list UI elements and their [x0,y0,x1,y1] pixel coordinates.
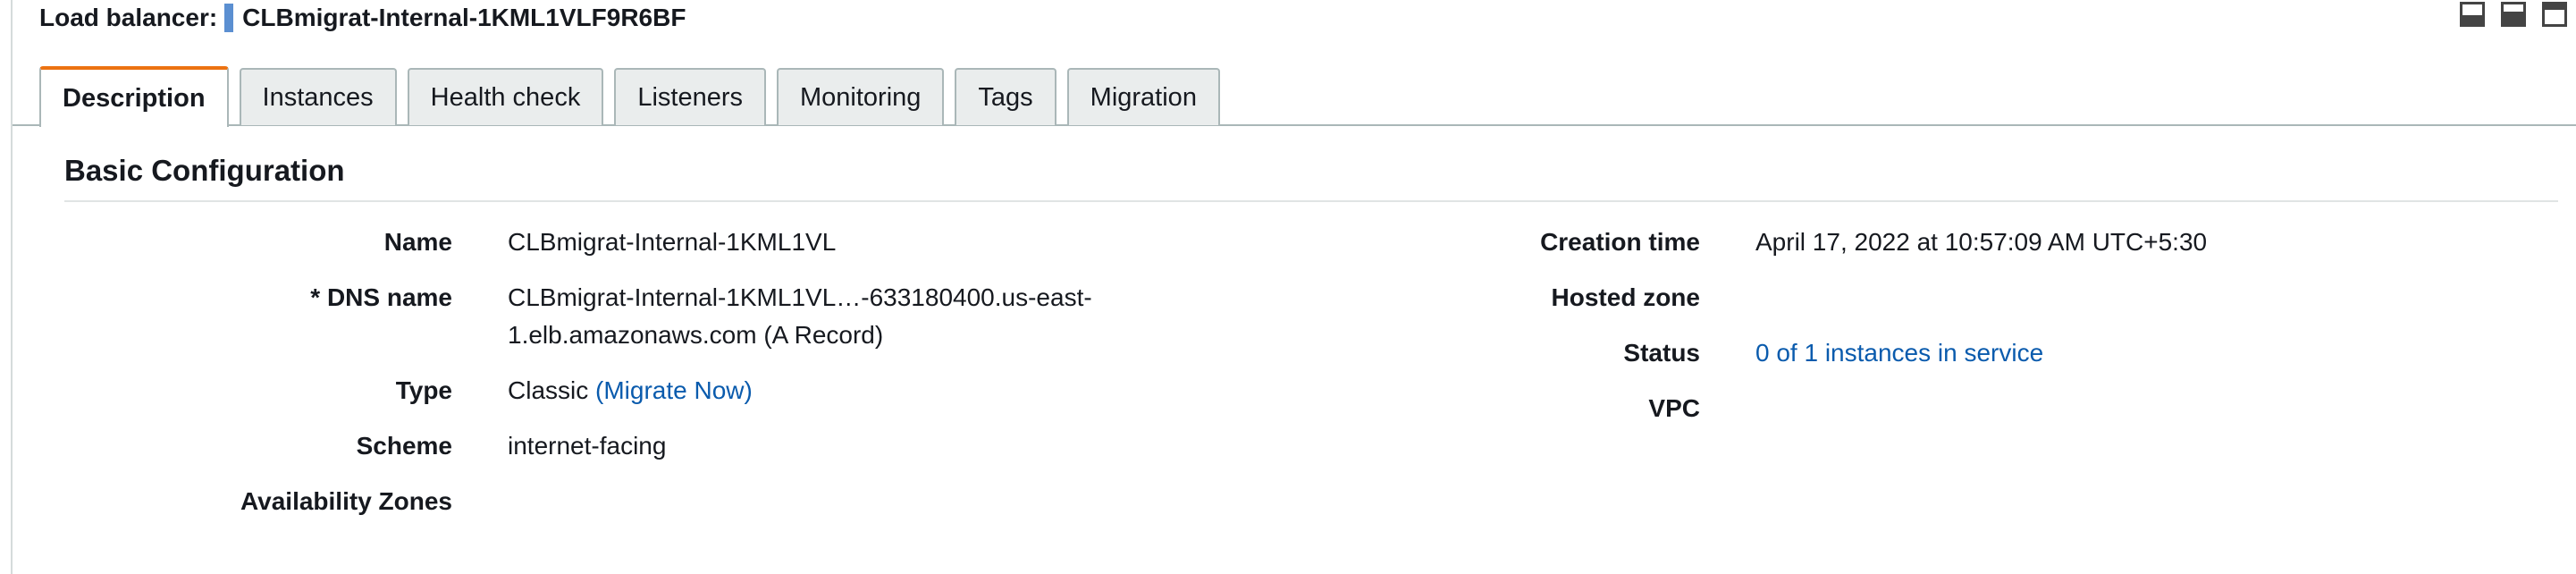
dns-key: * DNS name [310,283,452,311]
creation-time-key: Creation time [1540,228,1700,256]
tab-monitoring[interactable]: Monitoring [777,68,945,125]
scheme-value: internet-facing [508,432,667,460]
tab-description[interactable]: Description [39,66,229,127]
tab-tags[interactable]: Tags [955,68,1056,125]
scheme-key: Scheme [356,432,452,460]
row-hosted-zone: Hosted zone [1341,279,2556,317]
pane-layout-controls [2460,2,2567,27]
config-left-column: Name CLBmigrat-Internal-1KML1VL * DNS na… [64,224,1226,520]
section-divider [64,200,2558,202]
dns-value: CLBmigrat-Internal-1KML1VL…-633180400.us… [508,283,1092,349]
lb-header-name: CLBmigrat-Internal-1KML1VLF9R6BF [242,4,686,31]
pane-bottom-icon[interactable] [2460,2,2485,27]
status-link[interactable]: 0 of 1 instances in service [1755,334,2043,372]
row-availability-zones: Availability Zones [64,483,1226,520]
creation-time-value: April 17, 2022 at 10:57:09 AM UTC+5:30 [1755,228,2208,256]
row-vpc: VPC [1341,390,2556,427]
tab-instances[interactable]: Instances [239,68,397,125]
vpc-key: VPC [1648,394,1700,422]
pane-split-icon[interactable] [2501,2,2526,27]
name-value: CLBmigrat-Internal-1KML1VL [508,228,837,256]
pane-top-icon[interactable] [2542,2,2567,27]
type-value-wrap: Classic (Migrate Now) [508,372,753,409]
hosted-zone-key: Hosted zone [1551,283,1700,311]
row-status: Status 0 of 1 instances in service [1341,334,2556,372]
tab-migration[interactable]: Migration [1066,68,1220,125]
lb-header: Load balancer: CLBmigrat-Internal-1KML1V… [39,0,686,36]
tab-bar: Description Instances Health check Liste… [39,66,2576,127]
tab-health-check[interactable]: Health check [407,68,604,125]
type-key: Type [395,376,452,404]
type-value: Classic [508,376,589,404]
lb-header-marker [224,4,234,32]
row-creation-time: Creation time April 17, 2022 at 10:57:09… [1341,224,2556,261]
migrate-now-link[interactable]: (Migrate Now) [595,376,753,404]
row-dns: * DNS name CLBmigrat-Internal-1KML1VL…-6… [64,279,1226,354]
tab-listeners[interactable]: Listeners [614,68,766,125]
section-title: Basic Configuration [64,154,345,187]
row-type: Type Classic (Migrate Now) [64,372,1226,409]
row-scheme: Scheme internet-facing [64,427,1226,465]
config-right-column: Creation time April 17, 2022 at 10:57:09… [1341,224,2556,427]
row-name: Name CLBmigrat-Internal-1KML1VL [64,224,1226,261]
left-border [11,0,13,574]
name-key: Name [383,228,452,256]
status-key: Status [1623,339,1700,367]
lb-header-label: Load balancer: [39,4,218,31]
availability-zones-key: Availability Zones [240,487,452,515]
